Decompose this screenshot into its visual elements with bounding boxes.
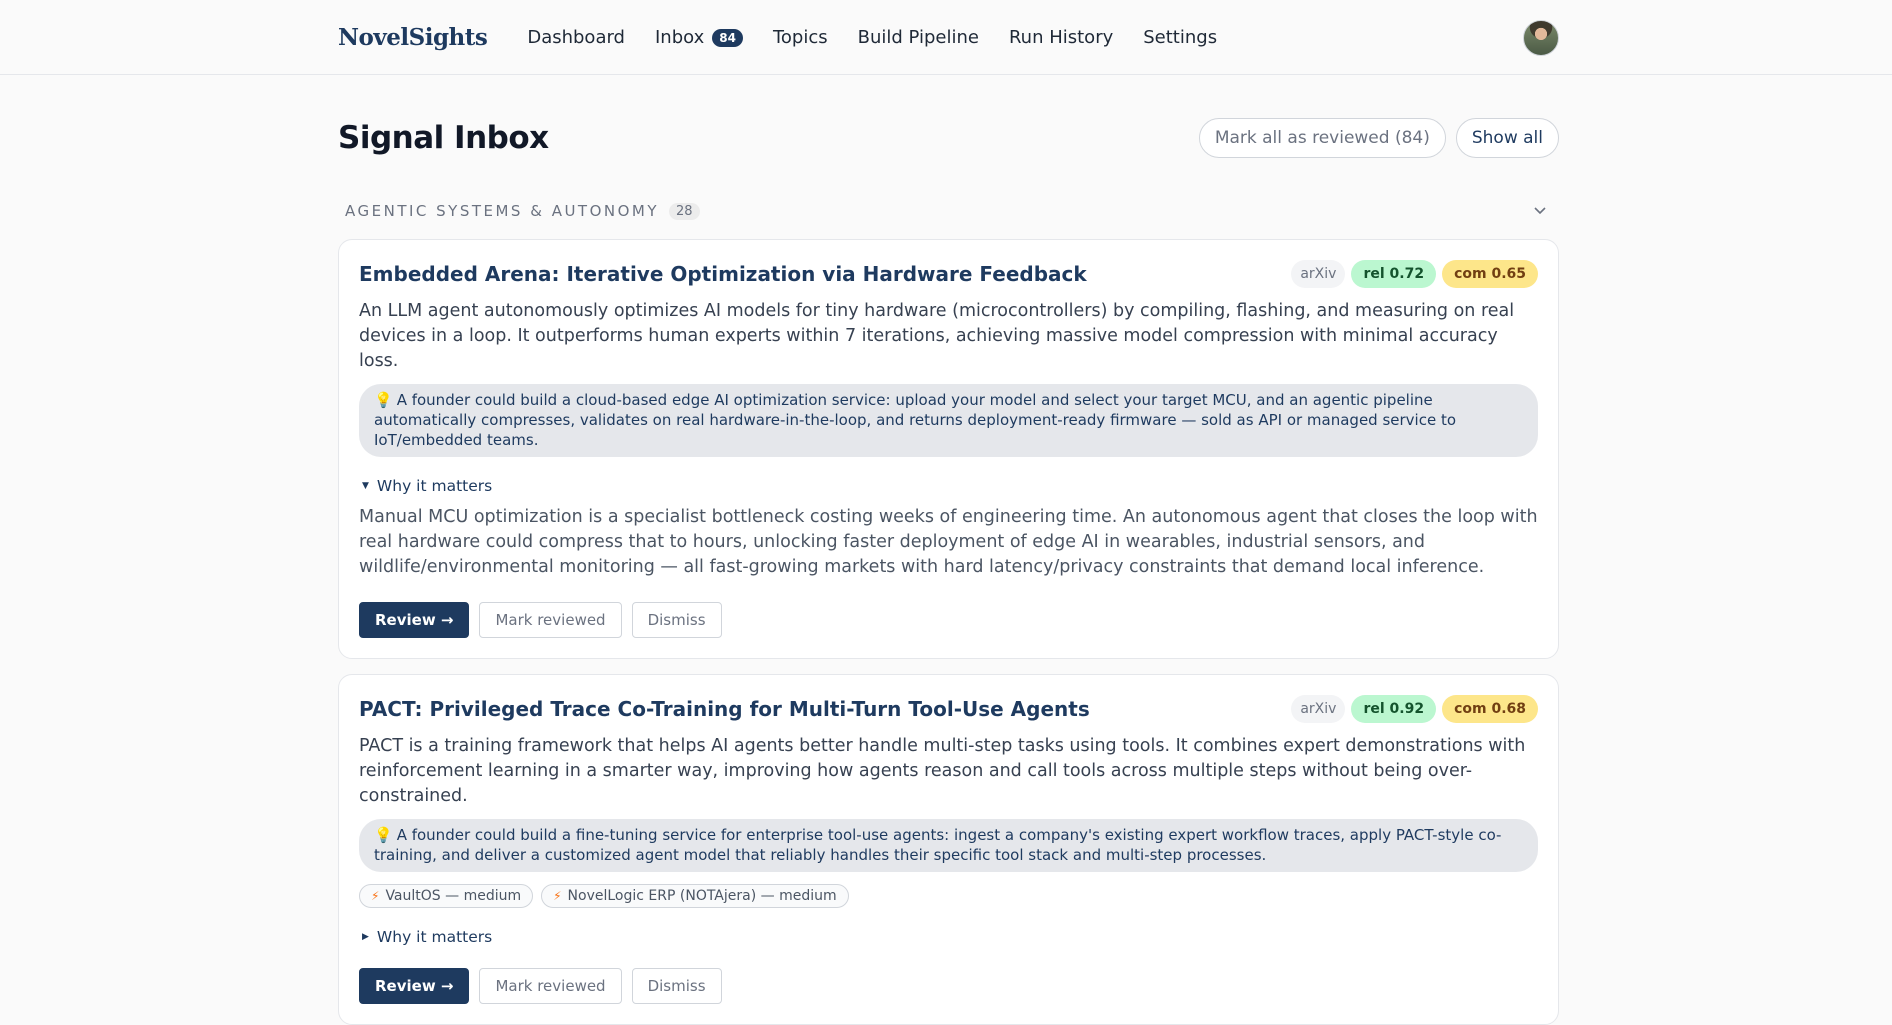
founder-idea-text: A founder could build a fine-tuning serv… xyxy=(374,826,1502,864)
signal-card: PACT: Privileged Trace Co-Training for M… xyxy=(338,674,1559,1025)
impact-chip-label: NovelLogic ERP (NOTAjera) — medium xyxy=(567,888,837,904)
nav-label: Run History xyxy=(1008,27,1114,48)
why-it-matters-label: Why it matters xyxy=(376,477,493,495)
page-header: Signal Inbox Mark all as reviewed (84) S… xyxy=(338,118,1559,158)
review-button[interactable]: Review → xyxy=(359,602,470,638)
commercial-badge: com 0.65 xyxy=(1442,260,1538,288)
section-count-badge: 28 xyxy=(669,202,700,220)
nav-settings[interactable]: Settings xyxy=(1143,27,1217,48)
source-badge: arXiv xyxy=(1291,695,1346,723)
why-it-matters-label: Why it matters xyxy=(376,928,493,946)
why-it-matters-toggle[interactable]: ▼ Why it matters xyxy=(359,477,1538,495)
user-avatar[interactable] xyxy=(1523,19,1559,56)
founder-idea-text: A founder could build a cloud-based edge… xyxy=(374,391,1457,449)
lightbulb-icon: 💡 xyxy=(374,391,393,409)
main-content: Signal Inbox Mark all as reviewed (84) S… xyxy=(338,76,1559,1025)
triangle-right-icon: ▶ xyxy=(362,932,369,942)
dismiss-button[interactable]: Dismiss xyxy=(631,602,722,638)
card-tags: arXiv rel 0.72 com 0.65 xyxy=(1291,260,1538,288)
founder-idea: 💡 A founder could build a cloud-based edg… xyxy=(359,384,1538,457)
inbox-count-badge: 84 xyxy=(712,28,743,47)
impact-chips: ⚡ VaultOS — medium ⚡ NovelLogic ERP (NOTAj… xyxy=(359,884,1538,908)
founder-idea: 💡 A founder could build a fine-tuning ser… xyxy=(359,819,1538,872)
mark-reviewed-button[interactable]: Mark reviewed xyxy=(479,602,622,638)
relevance-badge: rel 0.72 xyxy=(1351,260,1437,288)
nav-label: Topics xyxy=(772,27,828,48)
card-actions: Review → Mark reviewed Dismiss xyxy=(359,968,1538,1004)
card-tags: arXiv rel 0.92 com 0.68 xyxy=(1291,695,1538,723)
header-actions: Mark all as reviewed (84) Show all xyxy=(1198,118,1559,158)
nav-dashboard[interactable]: Dashboard xyxy=(527,27,625,48)
card-summary: PACT is a training framework that helps … xyxy=(359,736,1526,806)
impact-chip[interactable]: ⚡ VaultOS — medium xyxy=(359,884,534,908)
show-all-button[interactable]: Show all xyxy=(1455,118,1559,158)
triangle-down-icon: ▼ xyxy=(362,481,369,491)
lightbulb-icon: 💡 xyxy=(374,826,393,844)
section-header[interactable]: AGENTIC SYSTEMS & AUTONOMY 28 xyxy=(338,199,1559,223)
card-title[interactable]: Embedded Arena: Iterative Optimization v… xyxy=(359,262,1087,286)
nav-label: Build Pipeline xyxy=(857,27,979,48)
relevance-badge: rel 0.92 xyxy=(1351,695,1437,723)
nav-topics[interactable]: Topics xyxy=(773,27,828,48)
top-nav: NovelSights Dashboard Inbox 84 Topics Bu… xyxy=(0,0,1892,75)
commercial-badge: com 0.68 xyxy=(1442,695,1538,723)
source-badge: arXiv xyxy=(1291,260,1346,288)
nav-label: Dashboard xyxy=(527,27,625,48)
nav-build-pipeline[interactable]: Build Pipeline xyxy=(858,27,979,48)
dismiss-button[interactable]: Dismiss xyxy=(631,968,722,1004)
nav-run-history[interactable]: Run History xyxy=(1009,27,1113,48)
why-it-matters-toggle[interactable]: ▶ Why it matters xyxy=(359,928,1538,946)
chevron-down-icon[interactable] xyxy=(1533,203,1547,219)
nav-inbox[interactable]: Inbox 84 xyxy=(655,27,743,48)
page-title: Signal Inbox xyxy=(338,120,549,156)
impact-chip-label: VaultOS — medium xyxy=(385,888,522,904)
lightning-icon: ⚡ xyxy=(371,889,380,903)
logo[interactable]: NovelSights xyxy=(338,24,488,51)
nav-label: Inbox xyxy=(654,27,705,48)
nav-label: Settings xyxy=(1143,27,1218,48)
impact-chip[interactable]: ⚡ NovelLogic ERP (NOTAjera) — medium xyxy=(541,884,849,908)
card-title[interactable]: PACT: Privileged Trace Co-Training for M… xyxy=(359,697,1090,721)
card-summary: An LLM agent autonomously optimizes AI m… xyxy=(359,301,1515,371)
why-it-matters-body: Manual MCU optimization is a specialist … xyxy=(359,507,1538,577)
section-title: AGENTIC SYSTEMS & AUTONOMY xyxy=(345,202,660,220)
mark-all-reviewed-button[interactable]: Mark all as reviewed (84) xyxy=(1198,118,1446,158)
mark-reviewed-button[interactable]: Mark reviewed xyxy=(479,968,622,1004)
card-actions: Review → Mark reviewed Dismiss xyxy=(359,602,1538,638)
review-button[interactable]: Review → xyxy=(359,968,470,1004)
signal-card: Embedded Arena: Iterative Optimization v… xyxy=(338,239,1559,659)
lightning-icon: ⚡ xyxy=(553,889,562,903)
